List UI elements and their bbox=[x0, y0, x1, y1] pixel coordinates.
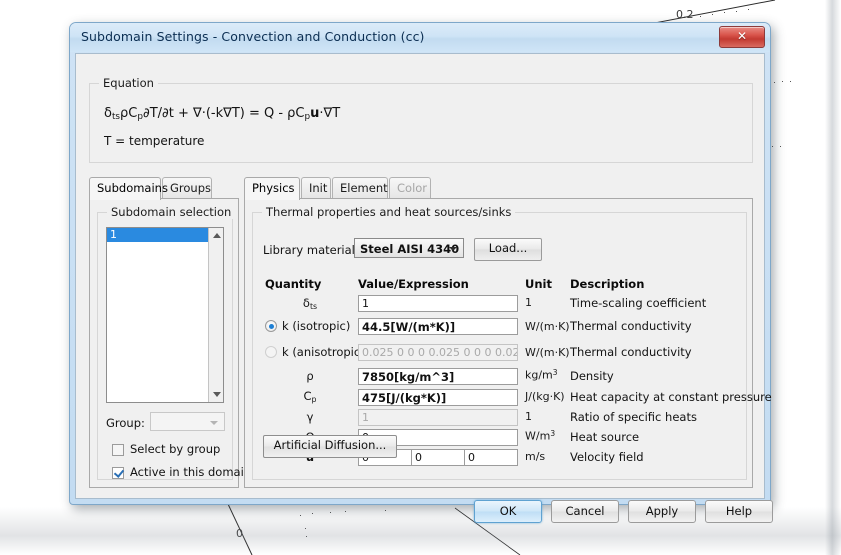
value-field-u-y[interactable]: 0 bbox=[411, 449, 465, 466]
left-tabstrip: Subdomains Groups bbox=[89, 177, 239, 200]
cancel-button[interactable]: Cancel bbox=[551, 500, 619, 523]
checkbox-select-by-group-label: Select by group bbox=[130, 442, 221, 456]
unit-k-anisotropic: W/(m·K) bbox=[525, 346, 570, 359]
quantity-label-delta-ts: δts bbox=[302, 296, 318, 311]
dialog-titlebar[interactable]: Subdomain Settings - Convection and Cond… bbox=[70, 23, 770, 52]
listbox-scrollbar[interactable] bbox=[208, 228, 223, 402]
tab-color: Color bbox=[389, 177, 431, 198]
column-header-description: Description bbox=[570, 277, 645, 291]
value-field-rho[interactable]: 7850[kg/m^3] bbox=[358, 368, 518, 385]
description-u: Velocity field bbox=[570, 450, 644, 464]
radio-k-anisotropic[interactable] bbox=[265, 346, 277, 358]
tab-physics-label: Physics bbox=[252, 181, 295, 195]
checkbox-box bbox=[112, 467, 124, 479]
quantity-label-k-isotropic: k (isotropic) bbox=[282, 319, 351, 333]
unit-k-isotropic: W/(m·K) bbox=[525, 320, 570, 333]
value-field-k-anisotropic: 0.025 0 0 0 0.025 0 0 0 0.025 bbox=[358, 344, 518, 361]
value-field-u-z[interactable]: 0 bbox=[464, 449, 518, 466]
load-button[interactable]: Load... bbox=[474, 238, 542, 261]
scroll-up-icon[interactable] bbox=[209, 228, 223, 243]
subdomains-tab-panel: Subdomain selection 1 Group: Select by g… bbox=[89, 198, 251, 488]
column-header-quantity: Quantity bbox=[265, 277, 322, 291]
axis-tick-label-0-2: 0.2 bbox=[676, 8, 694, 21]
help-button[interactable]: Help bbox=[705, 500, 773, 523]
subdomain-selection-legend: Subdomain selection bbox=[107, 205, 236, 219]
right-tabstrip: Physics Init Element Color bbox=[244, 177, 544, 200]
unit-u: m/s bbox=[525, 450, 546, 463]
tab-groups-label: Groups bbox=[170, 181, 212, 195]
physics-tab-panel: Thermal properties and heat sources/sink… bbox=[244, 198, 772, 488]
column-header-value: Value/Expression bbox=[358, 277, 469, 291]
ok-button[interactable]: OK bbox=[474, 500, 542, 523]
thermal-properties-groupbox: Thermal properties and heat sources/sink… bbox=[252, 205, 772, 480]
description-delta-ts: Time-scaling coefficient bbox=[570, 296, 707, 310]
thermal-properties-legend: Thermal properties and heat sources/sink… bbox=[262, 205, 516, 219]
library-material-label: Library material: bbox=[263, 243, 359, 257]
description-rho: Density bbox=[570, 369, 614, 383]
tab-groups[interactable]: Groups bbox=[162, 177, 212, 198]
tab-init[interactable]: Init bbox=[301, 177, 331, 198]
apply-button[interactable]: Apply bbox=[628, 500, 696, 523]
checkbox-box bbox=[112, 444, 124, 456]
tab-physics[interactable]: Physics bbox=[244, 177, 300, 200]
value-field-k-isotropic[interactable]: 44.5[W/(m*K)] bbox=[358, 318, 518, 335]
equation-groupbox: Equation δtsρCp∂T/∂t + ∇·(-k∇T) = Q - ρC… bbox=[89, 76, 753, 163]
library-material-combobox[interactable]: Steel AISI 4340 bbox=[354, 238, 464, 258]
unit-cp: J/(kg·K) bbox=[525, 390, 565, 403]
subdomain-settings-dialog: Subdomain Settings - Convection and Cond… bbox=[69, 22, 773, 523]
group-combobox[interactable] bbox=[150, 412, 225, 431]
value-field-delta-ts[interactable]: 1 bbox=[358, 295, 518, 312]
description-gamma: Ratio of specific heats bbox=[570, 410, 697, 424]
quantity-label-cp: Cp bbox=[303, 389, 317, 404]
chevron-down-icon bbox=[449, 247, 457, 251]
quantity-label-gamma: γ bbox=[306, 410, 314, 424]
plot-right-edge-shade bbox=[825, 0, 841, 555]
group-label: Group: bbox=[106, 416, 145, 430]
dialog-title: Subdomain Settings - Convection and Cond… bbox=[81, 29, 425, 44]
description-cp: Heat capacity at constant pressure bbox=[570, 390, 772, 404]
description-k-anisotropic: Thermal conductivity bbox=[570, 345, 692, 359]
equation-variable-note: T = temperature bbox=[104, 134, 205, 148]
close-glyph: ✕ bbox=[736, 29, 748, 43]
tab-subdomains[interactable]: Subdomains bbox=[89, 177, 168, 200]
tab-element-label: Element bbox=[340, 181, 388, 195]
value-field-cp[interactable]: 475[J/(kg*K)] bbox=[358, 389, 518, 406]
scroll-down-icon[interactable] bbox=[209, 387, 223, 402]
tab-subdomains-label: Subdomains bbox=[97, 181, 168, 195]
screen: 0.2 0 Subdomain Settings - Convection an… bbox=[0, 0, 841, 555]
unit-gamma: 1 bbox=[525, 410, 532, 423]
description-k-isotropic: Thermal conductivity bbox=[570, 319, 692, 333]
unit-rho: kg/m3 bbox=[525, 368, 558, 382]
unit-delta-ts: 1 bbox=[525, 296, 532, 309]
description-q: Heat source bbox=[570, 430, 640, 444]
dialog-client-area: Equation δtsρCp∂T/∂t + ∇·(-k∇T) = Q - ρC… bbox=[75, 53, 773, 523]
close-icon[interactable]: ✕ bbox=[719, 26, 765, 48]
equation-legend: Equation bbox=[99, 76, 158, 90]
radio-k-isotropic[interactable] bbox=[265, 320, 277, 332]
checkbox-active-in-this-domain-label: Active in this domain bbox=[130, 465, 252, 479]
value-field-gamma: 1 bbox=[358, 409, 518, 426]
equation-formula: δtsρCp∂T/∂t + ∇·(-k∇T) = Q - ρCpu·∇T bbox=[104, 106, 341, 123]
tab-color-label: Color bbox=[397, 181, 428, 195]
tab-init-label: Init bbox=[309, 181, 328, 195]
chevron-down-icon bbox=[210, 421, 218, 425]
quantity-label-k-anisotropic: k (anisotropic) bbox=[282, 345, 365, 359]
unit-q: W/m3 bbox=[525, 429, 556, 443]
column-header-unit: Unit bbox=[525, 277, 552, 291]
tab-element[interactable]: Element bbox=[332, 177, 388, 198]
artificial-diffusion-button[interactable]: Artificial Diffusion... bbox=[263, 435, 397, 458]
subdomain-selection-groupbox: Subdomain selection 1 Group: Select by g… bbox=[97, 205, 251, 480]
subdomain-listbox[interactable]: 1 bbox=[106, 227, 224, 403]
list-item[interactable]: 1 bbox=[107, 228, 209, 242]
library-material-value: Steel AISI 4340 bbox=[360, 242, 460, 256]
axis-tick-label-0: 0 bbox=[236, 527, 243, 540]
quantity-label-rho: ρ bbox=[306, 369, 314, 383]
